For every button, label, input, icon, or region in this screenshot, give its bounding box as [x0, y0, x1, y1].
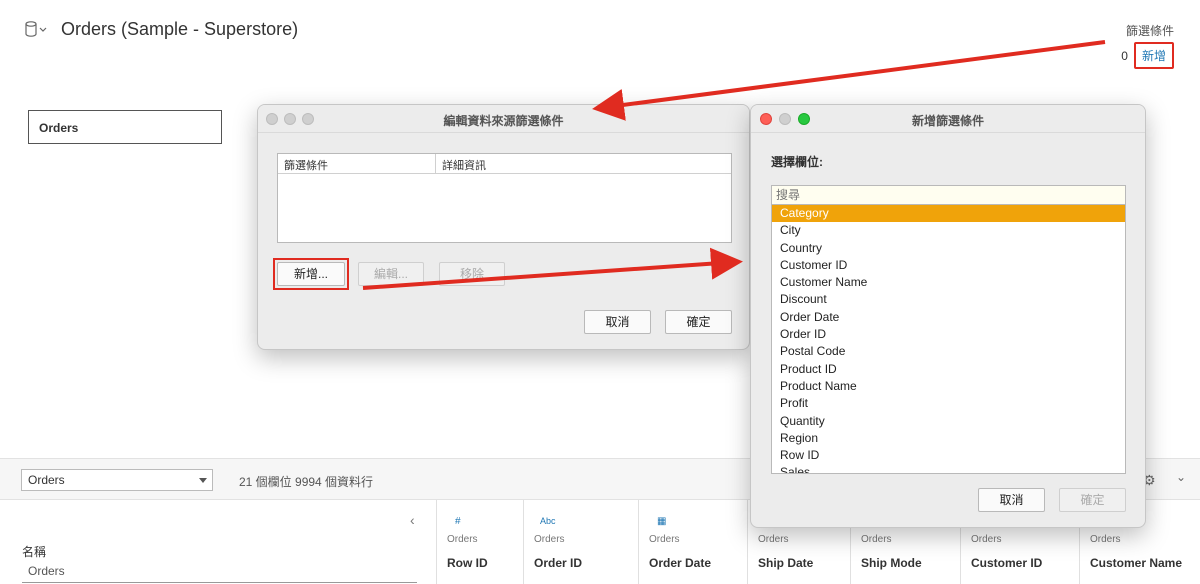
- column-name: Order Date: [649, 556, 712, 570]
- chevron-down-icon[interactable]: ⌄: [1176, 470, 1186, 484]
- column-name: Ship Mode: [861, 556, 922, 570]
- grid-column-row-id[interactable]: # Orders Row ID: [436, 500, 523, 584]
- field-list-item[interactable]: Product Name: [772, 378, 1125, 395]
- date-type-icon[interactable]: ▦: [657, 516, 666, 527]
- field-list-item[interactable]: Postal Code: [772, 343, 1125, 360]
- filter-column-header[interactable]: 篩選條件: [278, 154, 436, 173]
- filters-count: 0: [1121, 48, 1128, 63]
- edit-filter-button[interactable]: 編輯...: [358, 262, 424, 286]
- grid-column-order-id[interactable]: Abc Orders Order ID: [523, 500, 638, 584]
- details-column-header[interactable]: 詳細資訊: [436, 154, 492, 173]
- column-name: Order ID: [534, 556, 583, 570]
- field-list-item[interactable]: Sales: [772, 464, 1125, 473]
- field-list-item[interactable]: Discount: [772, 291, 1125, 308]
- ok-button[interactable]: 確定: [665, 310, 732, 334]
- page-header: Orders (Sample - Superstore) 篩選條件 0 新增: [0, 0, 1200, 90]
- canvas-table-orders[interactable]: Orders: [28, 110, 222, 144]
- cancel-button[interactable]: 取消: [584, 310, 651, 334]
- field-list-item[interactable]: Category: [772, 205, 1125, 223]
- chevron-down-icon: [199, 478, 207, 483]
- dialog-title: 編輯資料來源篩選條件: [443, 114, 564, 128]
- metadata-divider: [22, 582, 417, 583]
- column-source: Orders: [861, 534, 892, 545]
- database-icon[interactable]: [24, 20, 48, 38]
- column-name: Row ID: [447, 556, 488, 570]
- page-title: Orders (Sample - Superstore): [61, 19, 299, 39]
- dialog-title: 新增篩選條件: [911, 114, 984, 128]
- number-type-icon[interactable]: #: [455, 516, 461, 527]
- remove-filter-button[interactable]: 移除: [439, 262, 505, 286]
- column-name: Customer ID: [971, 556, 1043, 570]
- field-list-item[interactable]: Row ID: [772, 447, 1125, 464]
- field-list-item[interactable]: Customer ID: [772, 257, 1125, 274]
- string-type-icon[interactable]: Abc: [540, 516, 556, 526]
- column-source: Orders: [649, 534, 680, 545]
- column-name: Ship Date: [758, 556, 814, 570]
- ok-button[interactable]: 確定: [1059, 488, 1126, 512]
- column-source: Orders: [447, 534, 478, 545]
- table-select[interactable]: Orders: [21, 469, 213, 491]
- chevron-left-icon[interactable]: ‹: [410, 512, 415, 528]
- field-list-item[interactable]: Region: [772, 430, 1125, 447]
- field-list-item[interactable]: Order ID: [772, 326, 1125, 343]
- field-list-item[interactable]: Product ID: [772, 361, 1125, 378]
- column-source: Orders: [1090, 534, 1121, 545]
- filter-table[interactable]: 篩選條件 詳細資訊: [277, 153, 732, 243]
- field-list-item[interactable]: Order Date: [772, 309, 1125, 326]
- field-list-item[interactable]: Customer Name: [772, 274, 1125, 291]
- column-source: Orders: [534, 534, 565, 545]
- dialog-titlebar: 新增篩選條件: [751, 105, 1145, 133]
- metadata-name-value: Orders: [28, 564, 65, 578]
- choose-field-label: 選擇欄位:: [771, 155, 823, 169]
- table-select-value: Orders: [28, 473, 65, 487]
- column-source: Orders: [971, 534, 1002, 545]
- filters-label: 篩選條件: [1125, 24, 1174, 38]
- filter-summary: 篩選條件 0 新增: [1121, 22, 1174, 69]
- metadata-name-header: 名稱: [22, 545, 47, 559]
- filters-add-link[interactable]: 新增: [1133, 42, 1174, 69]
- dialog-titlebar: 編輯資料來源篩選條件: [258, 105, 749, 133]
- add-filter-dialog: 新增篩選條件 選擇欄位: Category City Country Custo…: [750, 104, 1146, 528]
- field-list[interactable]: Category City Country Customer ID Custom…: [771, 204, 1126, 474]
- column-name: Customer Name: [1090, 556, 1183, 570]
- add-filter-button[interactable]: 新增...: [277, 262, 345, 286]
- grid-column-order-date[interactable]: ▦ Orders Order Date: [638, 500, 747, 584]
- field-list-item[interactable]: Quantity: [772, 413, 1125, 430]
- edit-filters-dialog: 編輯資料來源篩選條件 篩選條件 詳細資訊 新增... 編輯... 移除 取消 確…: [257, 104, 750, 350]
- fields-info: 21 個欄位 9994 個資料行: [239, 475, 374, 489]
- field-list-item[interactable]: Profit: [772, 395, 1125, 412]
- field-search-input[interactable]: [771, 185, 1126, 205]
- field-list-item[interactable]: Country: [772, 240, 1125, 257]
- cancel-button[interactable]: 取消: [978, 488, 1045, 512]
- field-list-item[interactable]: City: [772, 222, 1125, 239]
- column-source: Orders: [758, 534, 789, 545]
